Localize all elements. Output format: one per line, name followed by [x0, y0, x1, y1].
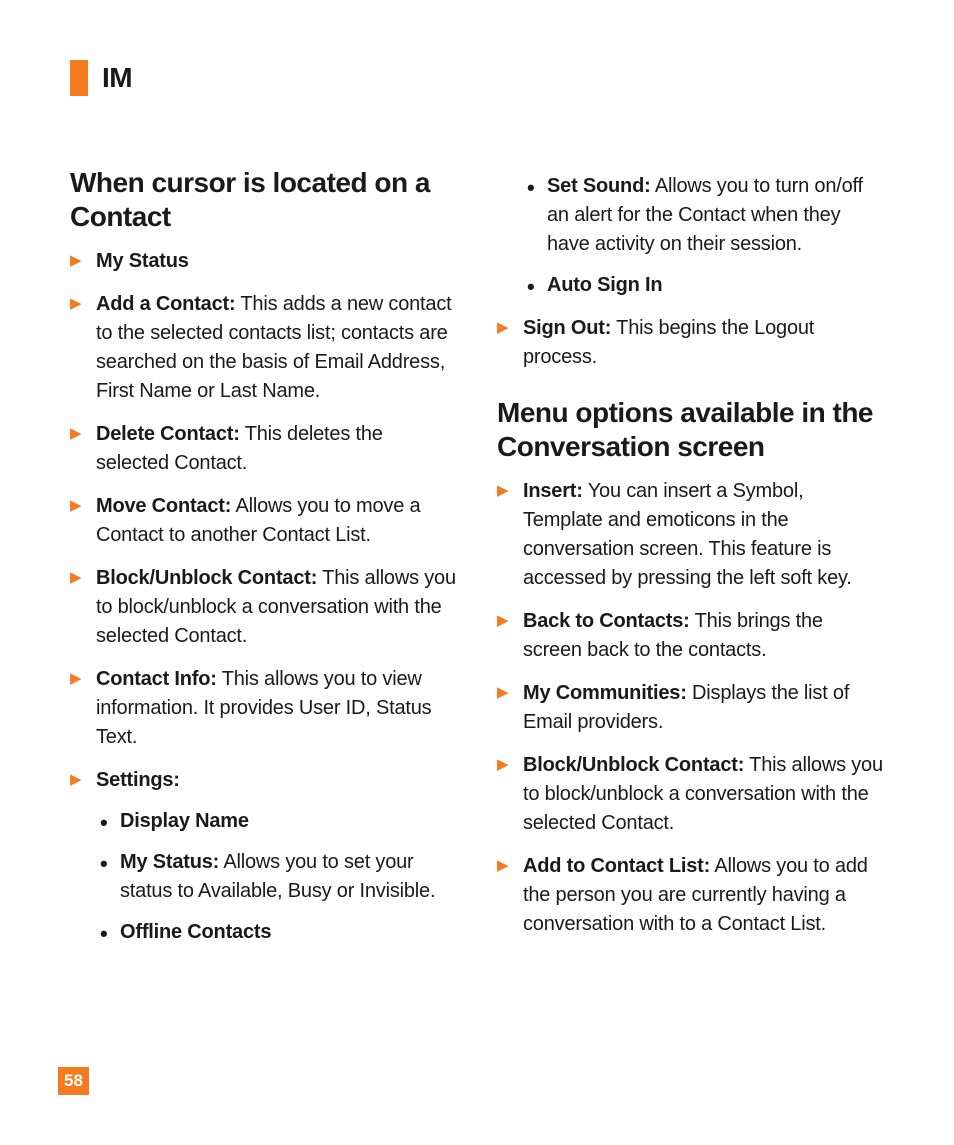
- item-label: Delete Contact:: [96, 423, 240, 445]
- page-header: IM: [70, 60, 884, 96]
- item-label: My Status:: [120, 851, 219, 873]
- list-item: Block/Unblock Contact: This allows you t…: [70, 564, 457, 651]
- sub-item: Set Sound: Allows you to turn on/off an …: [527, 172, 884, 259]
- col2-signout-list: Sign Out: This begins the Logout process…: [497, 314, 884, 372]
- item-label: Add to Contact List:: [523, 855, 710, 877]
- col2-continuation: Set Sound: Allows you to turn on/off an …: [497, 172, 884, 300]
- col2-sublist: Set Sound: Allows you to turn on/off an …: [523, 172, 884, 300]
- item-label: My Communities:: [523, 682, 687, 704]
- sub-item: Offline Contacts: [100, 918, 457, 947]
- content-columns: When cursor is located on a Contact My S…: [70, 166, 884, 961]
- page-number: 58: [58, 1067, 89, 1095]
- list-item: Sign Out: This begins the Logout process…: [497, 314, 884, 372]
- item-label: Insert:: [523, 480, 583, 502]
- item-label: Display Name: [120, 810, 249, 832]
- sub-item: Auto Sign In: [527, 271, 884, 300]
- list-item: Add to Contact List: Allows you to add t…: [497, 852, 884, 939]
- item-label: Block/Unblock Contact:: [96, 567, 317, 589]
- item-label: Contact Info:: [96, 668, 217, 690]
- item-label: Set Sound:: [547, 175, 651, 197]
- section2-list: Insert: You can insert a Symbol, Templat…: [497, 477, 884, 939]
- page: IM When cursor is located on a Contact M…: [0, 0, 954, 1145]
- column-left: When cursor is located on a Contact My S…: [70, 166, 457, 961]
- sub-item: My Status: Allows you to set your status…: [100, 848, 457, 906]
- list-item-continuation: Set Sound: Allows you to turn on/off an …: [497, 172, 884, 300]
- section1-list: My Status Add a Contact: This adds a new…: [70, 247, 457, 947]
- item-label: Settings:: [96, 769, 180, 791]
- header-accent-block: [70, 60, 88, 96]
- item-label: Sign Out:: [523, 317, 611, 339]
- section1-heading: When cursor is located on a Contact: [70, 166, 457, 233]
- column-right: Set Sound: Allows you to turn on/off an …: [497, 166, 884, 961]
- list-item: Contact Info: This allows you to view in…: [70, 665, 457, 752]
- list-item: Move Contact: Allows you to move a Conta…: [70, 492, 457, 550]
- settings-sublist: Display Name My Status: Allows you to se…: [96, 807, 457, 947]
- list-item: Add a Contact: This adds a new contact t…: [70, 290, 457, 406]
- list-item: Back to Contacts: This brings the screen…: [497, 607, 884, 665]
- list-item: My Communities: Displays the list of Ema…: [497, 679, 884, 737]
- item-label: Auto Sign In: [547, 274, 662, 296]
- list-item: Delete Contact: This deletes the selecte…: [70, 420, 457, 478]
- list-item: Block/Unblock Contact: This allows you t…: [497, 751, 884, 838]
- item-label: My Status: [96, 250, 189, 272]
- list-item: My Status: [70, 247, 457, 276]
- sub-item: Display Name: [100, 807, 457, 836]
- list-item: Insert: You can insert a Symbol, Templat…: [497, 477, 884, 593]
- header-title: IM: [102, 62, 132, 94]
- item-label: Offline Contacts: [120, 921, 271, 943]
- list-item-settings: Settings: Display Name My Status: Allows…: [70, 766, 457, 947]
- section2-heading: Menu options available in the Conversati…: [497, 396, 884, 463]
- item-label: Back to Contacts:: [523, 610, 690, 632]
- item-label: Move Contact:: [96, 495, 231, 517]
- item-label: Block/Unblock Contact:: [523, 754, 744, 776]
- item-label: Add a Contact:: [96, 293, 235, 315]
